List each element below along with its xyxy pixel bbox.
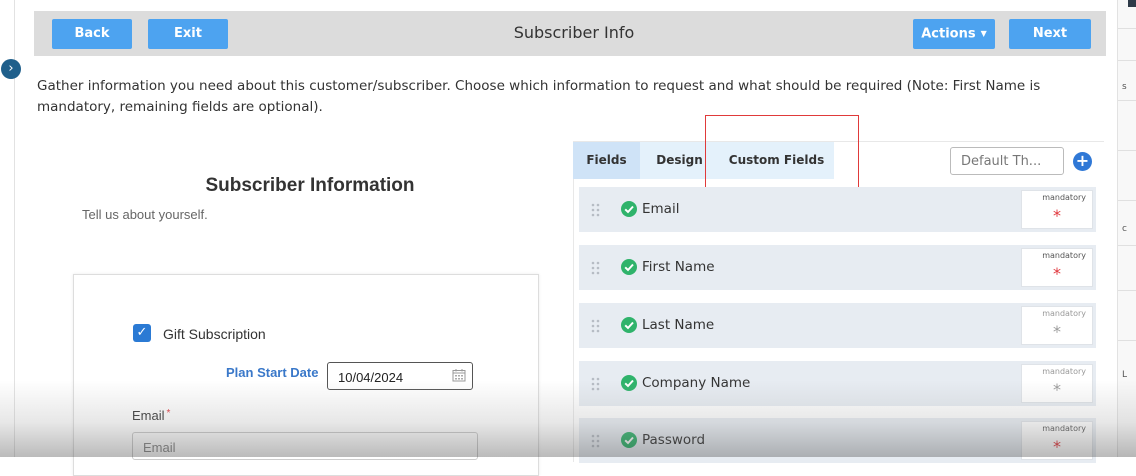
email-field[interactable]: Email (132, 432, 478, 460)
form-preview-subtitle: Tell us about yourself. (82, 207, 208, 222)
field-row-password[interactable]: Password mandatory * (579, 418, 1096, 463)
right-strip-divider (1118, 28, 1136, 29)
mandatory-toggle[interactable]: mandatory * (1021, 306, 1093, 345)
add-field-button[interactable]: + (1073, 152, 1092, 171)
field-row-first-name[interactable]: First Name mandatory * (579, 245, 1096, 290)
gift-subscription-checkbox[interactable]: ✓ (133, 324, 151, 342)
field-name: Last Name (642, 317, 715, 333)
right-strip-divider (1118, 290, 1136, 291)
actions-label: Actions (921, 26, 976, 42)
page-header: Back Exit Subscriber Info Actions ▼ Next (34, 11, 1106, 56)
exit-button[interactable]: Exit (148, 19, 228, 49)
next-button[interactable]: Next (1009, 19, 1091, 49)
mandatory-label: mandatory (1042, 367, 1086, 376)
required-mark: * (166, 408, 171, 419)
check-circle-icon (621, 201, 637, 217)
mandatory-label: mandatory (1042, 424, 1086, 433)
field-name: Email (642, 201, 680, 217)
form-preview-title: Subscriber Information (205, 175, 415, 196)
field-row-last-name[interactable]: Last Name mandatory * (579, 303, 1096, 348)
check-circle-icon (621, 259, 637, 275)
required-star-icon: * (1053, 264, 1061, 283)
page-title: Subscriber Info (513, 23, 635, 42)
drag-handle-icon[interactable] (591, 376, 601, 392)
right-strip-divider (1118, 340, 1136, 341)
theme-select-value: Default Th... (961, 154, 1042, 169)
right-strip-divider (1118, 100, 1136, 101)
right-strip-letter: s (1122, 82, 1127, 92)
required-star-icon: * (1053, 206, 1061, 225)
mandatory-label: mandatory (1042, 309, 1086, 318)
optional-star-icon: * (1053, 322, 1061, 341)
field-name: Password (642, 432, 706, 448)
right-strip-divider (1118, 200, 1136, 201)
drag-handle-icon[interactable] (591, 433, 601, 449)
mandatory-toggle[interactable]: mandatory * (1021, 364, 1093, 403)
drag-handle-icon[interactable] (591, 260, 601, 276)
check-circle-icon (621, 317, 637, 333)
plan-start-date-input[interactable]: 10/04/2024 (327, 362, 473, 390)
email-label-text: Email (132, 408, 165, 423)
expand-sidebar-button[interactable]: › (1, 59, 21, 79)
gift-subscription-label: Gift Subscription (163, 326, 266, 342)
check-circle-icon (621, 375, 637, 391)
right-strip-letter: c (1122, 224, 1127, 234)
right-strip-divider (1118, 150, 1136, 151)
check-circle-icon (621, 432, 637, 448)
drag-handle-icon[interactable] (591, 202, 601, 218)
mandatory-label: mandatory (1042, 193, 1086, 202)
email-placeholder: Email (143, 440, 176, 455)
field-name: Company Name (642, 375, 751, 391)
right-strip-divider (1118, 60, 1136, 61)
field-row-company-name[interactable]: Company Name mandatory * (579, 361, 1096, 406)
theme-select[interactable]: Default Th... (950, 147, 1064, 175)
mandatory-toggle[interactable]: mandatory * (1021, 190, 1093, 229)
tab-fields[interactable]: Fields (573, 142, 640, 179)
optional-star-icon: * (1053, 380, 1061, 399)
email-field-label: Email * (132, 408, 170, 423)
drag-handle-icon[interactable] (591, 318, 601, 334)
right-strip-divider (1118, 245, 1136, 246)
right-strip-letter: L (1122, 370, 1128, 380)
right-sidebar-strip: s c L (1117, 0, 1136, 457)
mandatory-toggle[interactable]: mandatory * (1021, 421, 1093, 460)
right-strip-top-bar (1128, 0, 1136, 7)
intro-description: Gather information you need about this c… (37, 78, 1041, 115)
required-star-icon: * (1053, 437, 1061, 456)
mandatory-label: mandatory (1042, 251, 1086, 260)
actions-dropdown-button[interactable]: Actions ▼ (913, 19, 995, 49)
calendar-icon[interactable] (452, 368, 466, 382)
mandatory-toggle[interactable]: mandatory * (1021, 248, 1093, 287)
back-button[interactable]: Back (52, 19, 132, 49)
plan-start-date-label: Plan Start Date (226, 365, 319, 380)
plan-start-date-value: 10/04/2024 (338, 370, 404, 385)
field-name: First Name (642, 259, 715, 275)
field-row-email[interactable]: Email mandatory * (579, 187, 1096, 232)
caret-down-icon: ▼ (980, 29, 987, 38)
